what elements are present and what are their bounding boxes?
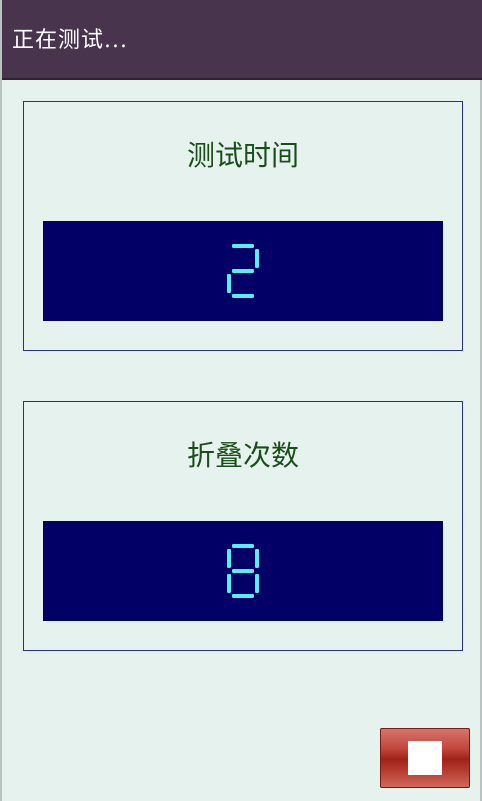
test-time-panel: 测试时间	[23, 101, 463, 351]
segment-a	[232, 544, 254, 548]
test-time-display	[43, 221, 443, 321]
segment-a	[232, 244, 254, 248]
segment-b	[255, 249, 259, 268]
fold-count-panel: 折叠次数	[23, 401, 463, 651]
test-time-value	[227, 244, 259, 298]
segment-e	[227, 274, 231, 293]
test-time-label: 测试时间	[186, 139, 299, 172]
segment-c	[255, 574, 259, 593]
segment-f	[227, 549, 231, 568]
stop-button[interactable]	[380, 728, 470, 788]
segment-g	[232, 569, 254, 573]
title-bar: 正在测试...	[2, 0, 482, 80]
app-window: 正在测试... 测试时间 折叠次数	[0, 0, 482, 801]
fold-count-display	[43, 521, 443, 621]
stop-icon	[408, 741, 442, 775]
fold-count-value	[227, 544, 259, 598]
fold-count-label: 折叠次数	[186, 439, 299, 472]
segment-e	[227, 574, 231, 593]
segment-b	[255, 549, 259, 568]
segment-d	[232, 294, 254, 298]
window-title: 正在测试...	[12, 28, 128, 53]
segment-g	[232, 269, 254, 273]
segment-d	[232, 594, 254, 598]
